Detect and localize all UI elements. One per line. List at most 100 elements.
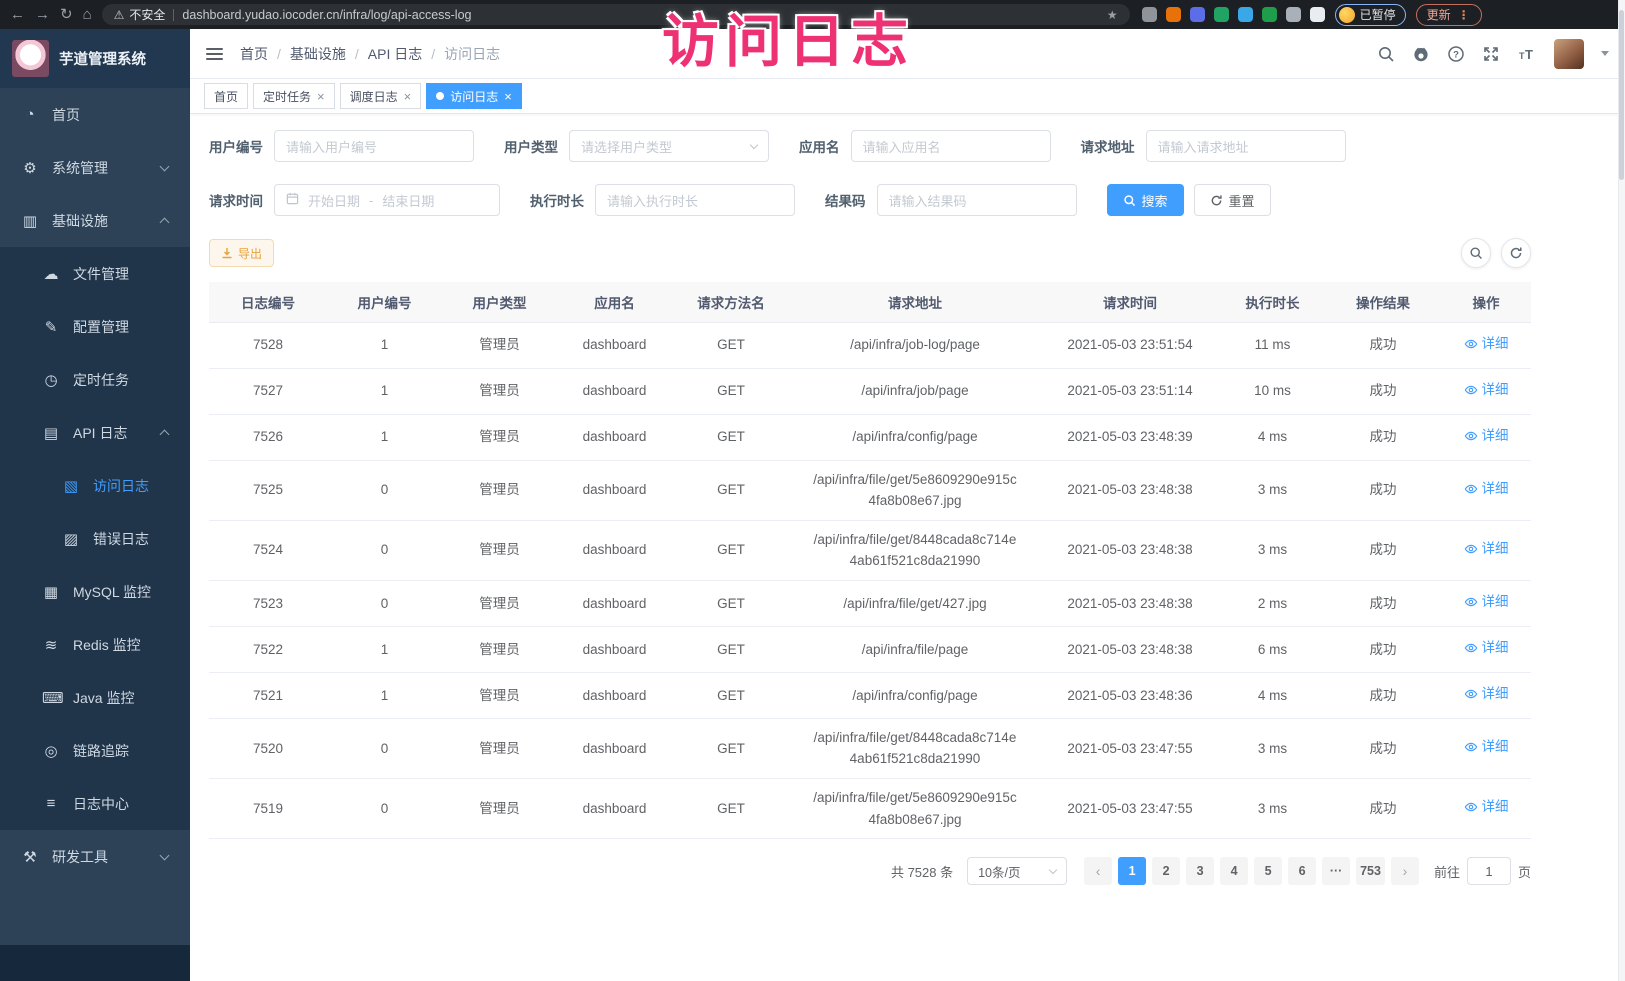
prev-page-button[interactable]: ‹ <box>1084 857 1112 885</box>
page-button-4[interactable]: 4 <box>1220 857 1248 885</box>
dashboard-icon: ◔ <box>21 106 39 123</box>
extension-icon[interactable] <box>1238 7 1253 22</box>
tab-close-icon[interactable]: × <box>504 90 512 103</box>
detail-link[interactable]: 详细 <box>1464 425 1509 447</box>
goto-page-input[interactable] <box>1467 857 1511 885</box>
sidebar-item-trace[interactable]: ◎链路追踪 <box>0 724 190 777</box>
browser-menu-icon[interactable]: ⋮ <box>1458 8 1471 22</box>
github-icon[interactable] <box>1412 45 1430 63</box>
browser-reload-icon[interactable]: ↻ <box>60 7 73 22</box>
sidebar-item-api-log[interactable]: ▤API 日志 <box>0 406 190 459</box>
detail-link[interactable]: 详细 <box>1464 796 1509 818</box>
tab-close-icon[interactable]: × <box>404 90 412 103</box>
font-size-icon[interactable]: TT <box>1517 45 1537 63</box>
extension-icon[interactable] <box>1142 7 1157 22</box>
extension-icon[interactable] <box>1286 7 1301 22</box>
detail-link[interactable]: 详细 <box>1464 538 1509 560</box>
app-name-input[interactable]: 请输入应用名 <box>851 130 1051 162</box>
breadcrumb-item[interactable]: API 日志 <box>368 44 422 64</box>
cell-actions: 详细 <box>1441 520 1531 580</box>
request-time-daterange[interactable]: 开始日期-结束日期 <box>274 184 500 216</box>
cell-duration: 10 ms <box>1220 368 1325 414</box>
detail-link[interactable]: 详细 <box>1464 333 1509 355</box>
sidebar-item-config-manage[interactable]: ✎配置管理 <box>0 300 190 353</box>
cell-request-url: /api/infra/job/page <box>790 368 1040 414</box>
sidebar-item-label: API 日志 <box>73 423 127 443</box>
page-size-select[interactable]: 10条/页 <box>967 857 1067 885</box>
cell-method: GET <box>672 718 790 778</box>
sidebar-item-java-monitor[interactable]: ⌨Java 监控 <box>0 671 190 724</box>
detail-link[interactable]: 详细 <box>1464 683 1509 705</box>
sidebar-logo[interactable]: 芋道管理系统 <box>0 29 190 88</box>
page-button-6[interactable]: 6 <box>1288 857 1316 885</box>
sidebar-item-log-center[interactable]: ≡日志中心 <box>0 777 190 830</box>
sidebar-item-access-log[interactable]: ▧访问日志 <box>0 459 190 512</box>
hamburger-icon[interactable] <box>206 48 223 60</box>
extension-icon[interactable] <box>1262 7 1277 22</box>
browser-forward-icon[interactable]: → <box>35 7 50 22</box>
extension-icon[interactable] <box>1190 7 1205 22</box>
url-bar[interactable]: ⚠ 不安全 dashboard.yudao.iocoder.cn/infra/l… <box>102 4 1130 25</box>
paused-badge[interactable]: 已暂停 <box>1335 4 1406 26</box>
chevron-down-icon[interactable] <box>1601 51 1609 56</box>
detail-link[interactable]: 详细 <box>1464 736 1509 758</box>
security-warning[interactable]: ⚠ 不安全 <box>114 6 166 23</box>
extension-icon[interactable] <box>1214 7 1229 22</box>
refresh-button[interactable] <box>1501 238 1531 268</box>
sidebar-item-home[interactable]: ◔首页 <box>0 88 190 141</box>
sidebar-item-mysql-monitor[interactable]: ▦MySQL 监控 <box>0 565 190 618</box>
table-row: 75240管理员dashboardGET/api/infra/file/get/… <box>209 520 1531 580</box>
breadcrumb-item[interactable]: 首页 <box>240 44 268 64</box>
page-button-5[interactable]: 5 <box>1254 857 1282 885</box>
detail-link[interactable]: 详细 <box>1464 591 1509 613</box>
request-url-input[interactable]: 请输入请求地址 <box>1146 130 1346 162</box>
breadcrumb-item[interactable]: 基础设施 <box>290 44 346 64</box>
sidebar-item-file-manage[interactable]: ☁文件管理 <box>0 247 190 300</box>
tab-调度日志[interactable]: 调度日志× <box>340 83 422 109</box>
detail-link[interactable]: 详细 <box>1464 637 1509 659</box>
page-button-3[interactable]: 3 <box>1186 857 1214 885</box>
chevron-up-icon <box>160 218 170 228</box>
browser-home-icon[interactable]: ⌂ <box>83 7 92 22</box>
tab-定时任务[interactable]: 定时任务× <box>253 83 335 109</box>
reset-button[interactable]: 重置 <box>1194 184 1271 216</box>
cell-result: 成功 <box>1325 580 1441 626</box>
detail-link[interactable]: 详细 <box>1464 478 1509 500</box>
sidebar-item-system[interactable]: ⚙系统管理 <box>0 141 190 194</box>
cell-duration: 3 ms <box>1220 520 1325 580</box>
url-text: dashboard.yudao.iocoder.cn/infra/log/api… <box>182 8 471 22</box>
search-icon[interactable] <box>1377 45 1395 63</box>
scrollbar-thumb[interactable] <box>1619 10 1624 180</box>
detail-link[interactable]: 详细 <box>1464 379 1509 401</box>
page-button-2[interactable]: 2 <box>1152 857 1180 885</box>
sidebar-item-devtools[interactable]: ⚒研发工具 <box>0 830 190 883</box>
fullscreen-icon[interactable] <box>1482 45 1500 63</box>
cell-app-name: dashboard <box>557 626 672 672</box>
bookmark-star-icon[interactable]: ★ <box>1107 8 1118 22</box>
page-button-753[interactable]: 753 <box>1356 857 1385 885</box>
browser-update-button[interactable]: 更新 ⋮ <box>1416 4 1482 26</box>
next-page-button[interactable]: › <box>1391 857 1419 885</box>
search-button[interactable]: 搜索 <box>1107 184 1184 216</box>
user-avatar[interactable] <box>1554 39 1584 69</box>
sidebar-item-redis-monitor[interactable]: ≋Redis 监控 <box>0 618 190 671</box>
sidebar-item-scheduled-job[interactable]: ◷定时任务 <box>0 353 190 406</box>
tab-访问日志[interactable]: 访问日志× <box>426 83 522 109</box>
sidebar-item-error-log[interactable]: ▨错误日志 <box>0 512 190 565</box>
extension-icon[interactable] <box>1310 7 1325 22</box>
browser-back-icon[interactable]: ← <box>10 7 25 22</box>
user-id-input[interactable]: 请输入用户编号 <box>274 130 474 162</box>
scrollbar[interactable] <box>1618 0 1625 981</box>
sidebar-item-infra[interactable]: ▥基础设施 <box>0 194 190 247</box>
toggle-search-button[interactable] <box>1461 238 1491 268</box>
extension-icon[interactable] <box>1166 7 1181 22</box>
pager-ellipsis[interactable]: ··· <box>1322 857 1350 885</box>
question-icon[interactable]: ? <box>1447 45 1465 63</box>
user-type-select[interactable]: 请选择用户类型 <box>569 130 769 162</box>
export-button[interactable]: 导出 <box>209 239 274 267</box>
tab-close-icon[interactable]: × <box>317 90 325 103</box>
tab-首页[interactable]: 首页 <box>204 83 248 109</box>
page-button-1[interactable]: 1 <box>1118 857 1146 885</box>
duration-input[interactable]: 请输入执行时长 <box>595 184 795 216</box>
result-code-input[interactable]: 请输入结果码 <box>877 184 1077 216</box>
